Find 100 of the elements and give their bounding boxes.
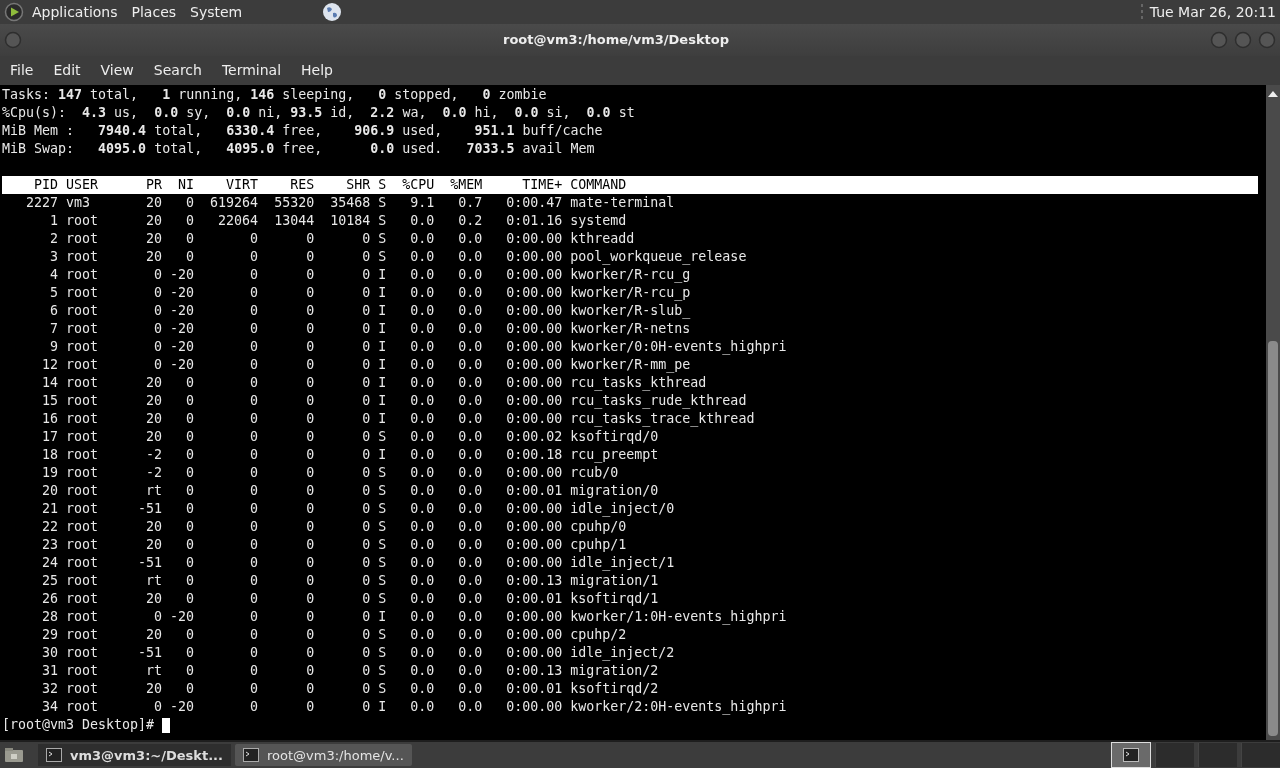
table-cell-text: 0: [361, 427, 371, 446]
maximize-icon[interactable]: [1234, 30, 1252, 49]
play-logo-icon[interactable]: [4, 1, 24, 22]
table-cell-text: 0: [249, 409, 259, 428]
minimize-icon[interactable]: [1210, 30, 1228, 49]
table-cell-text: root: [66, 463, 100, 482]
table-cell-text: 0.0: [457, 481, 483, 500]
table-cell-text: 0.0: [457, 643, 483, 662]
table-cell-text: 0:00.00: [505, 499, 563, 518]
table-cell-text: 0:00.00: [505, 319, 563, 338]
drag-handle-icon[interactable]: [1139, 2, 1144, 21]
table-cell-text: 22064: [217, 211, 259, 230]
table-cell-text: 0: [361, 301, 371, 320]
table-cell-text: 0.0: [409, 607, 435, 626]
table-cell-text: 30: [41, 643, 59, 662]
table-cell-text: 20: [145, 427, 163, 446]
table-cell-text: 0: [185, 643, 195, 662]
table-cell-text: 0:00.00: [505, 517, 563, 536]
table-cell-text: 0: [361, 643, 371, 662]
table-cell-text: 0:00.00: [505, 247, 563, 266]
panel-menu[interactable]: System: [190, 3, 243, 20]
table-cell-text: 29: [41, 625, 59, 644]
table-cell-text: 0.0: [409, 211, 435, 230]
table-cell: I: [378, 373, 387, 392]
menu-item[interactable]: Help: [293, 62, 341, 79]
table-cell-text: 26: [41, 589, 59, 608]
table-cell-text: 0.0: [409, 355, 435, 374]
taskbar-button[interactable]: root@vm3:/home/v...: [235, 744, 412, 766]
table-cell-text: 0.0: [457, 265, 483, 284]
table-cell-text: 0.0: [409, 391, 435, 410]
table-cell: S: [378, 661, 387, 680]
table-cell-text: root: [66, 211, 100, 230]
table-cell: I: [378, 355, 387, 374]
table-cell-text: 25: [41, 571, 59, 590]
menu-item[interactable]: Search: [145, 62, 210, 79]
table-cell-text: 0.0: [457, 445, 483, 464]
column-header: USER: [66, 175, 100, 194]
table-cell-text: root: [66, 283, 100, 302]
table-cell-text: 18: [41, 445, 59, 464]
table-cell-text: 0: [249, 517, 259, 536]
table-cell-text: 0: [249, 247, 259, 266]
column-header: COMMAND: [570, 175, 628, 194]
table-cell-text: idle_inject/2: [570, 643, 676, 662]
table-cell-text: 0:00.00: [505, 355, 563, 374]
table-cell-text: 0: [305, 229, 315, 248]
table-cell-text: cpuhp/2: [570, 625, 628, 644]
table-cell: I: [378, 391, 387, 410]
scroll-up-icon[interactable]: [1268, 90, 1278, 97]
table-cell-text: 0: [185, 499, 195, 518]
table-cell: S: [378, 193, 387, 212]
table-cell-text: cpuhp/1: [570, 535, 628, 554]
scroll-thumb[interactable]: [1268, 341, 1278, 736]
table-cell: I: [378, 445, 387, 464]
table-cell-text: 0.0: [409, 481, 435, 500]
show-desktop-icon[interactable]: [4, 747, 24, 763]
globe-icon[interactable]: [322, 1, 343, 22]
panel-menu[interactable]: Places: [131, 3, 177, 20]
table-cell-text: 0: [305, 499, 315, 518]
summary-line: MiB Swap: 4095.0 total, 4095.0 free, 0.0 used. 7033.5 avail Mem: [2, 139, 596, 158]
table-cell-text: 0: [249, 283, 259, 302]
table-cell-text: 0.0: [409, 679, 435, 698]
table-cell: I: [378, 607, 387, 626]
table-cell-text: 0:00.00: [505, 265, 563, 284]
table-cell-text: 0: [361, 445, 371, 464]
clock[interactable]: Tue Mar 26, 20:11: [1149, 3, 1276, 20]
table-cell-text: root: [66, 319, 100, 338]
table-cell-text: -2: [145, 445, 163, 464]
panel-menu[interactable]: Applications: [32, 3, 118, 20]
table-cell-text: 0:00.00: [505, 229, 563, 248]
menu-item[interactable]: Terminal: [213, 62, 290, 79]
taskbar-button[interactable]: vm3@vm3:~/Deskt...: [38, 744, 231, 766]
table-cell-text: migration/2: [570, 661, 660, 680]
table-cell-text: 0:00.18: [505, 445, 563, 464]
table-cell-text: 0.0: [457, 697, 483, 716]
table-cell-text: 0.0: [409, 337, 435, 356]
table-cell-text: 10184: [329, 211, 371, 230]
menu-item[interactable]: View: [92, 62, 142, 79]
table-cell-text: 0: [305, 463, 315, 482]
table-cell-text: 24: [41, 553, 59, 572]
scrollbar[interactable]: [1266, 84, 1280, 740]
table-cell: S: [378, 589, 387, 608]
table-cell-text: 0: [185, 679, 195, 698]
table-cell-text: 0.0: [409, 553, 435, 572]
table-cell-text: 6: [49, 301, 59, 320]
menu-item[interactable]: File: [2, 62, 42, 79]
menu-item[interactable]: Edit: [45, 62, 89, 79]
table-cell-text: 7: [49, 319, 59, 338]
table-cell: I: [378, 409, 387, 428]
table-cell-text: root: [66, 517, 100, 536]
table-cell-text: 0: [249, 643, 259, 662]
table-cell-text: migration/0: [570, 481, 660, 500]
window-menu-icon[interactable]: [4, 30, 22, 49]
table-cell-text: 0: [305, 481, 315, 500]
table-cell-text: 0: [249, 481, 259, 500]
table-cell-text: 2227: [25, 193, 59, 212]
table-cell: S: [378, 679, 387, 698]
table-cell-text: root: [66, 589, 100, 608]
table-cell-text: 0:00.00: [505, 625, 563, 644]
close-icon[interactable]: [1258, 30, 1276, 49]
table-cell-text: 0: [185, 247, 195, 266]
